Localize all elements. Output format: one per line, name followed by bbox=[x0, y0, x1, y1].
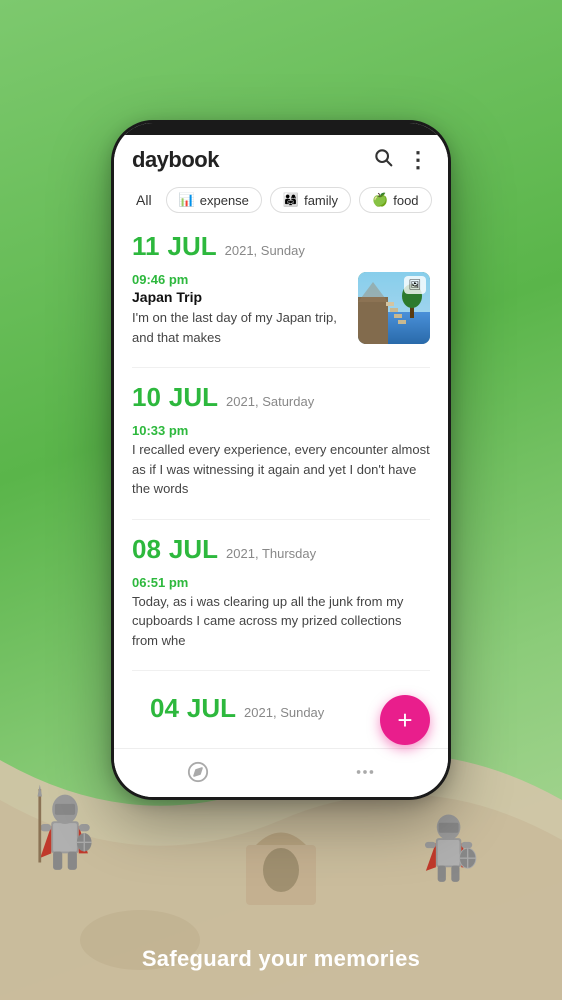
entries-list: 11 JUL 2021, Sunday 09:46 pm Japan Trip … bbox=[114, 223, 448, 748]
divider-1 bbox=[132, 367, 430, 368]
date-day-10: 10 bbox=[132, 382, 161, 413]
date-yeardow-jul10: 2021, Saturday bbox=[226, 394, 314, 409]
nav-more[interactable] bbox=[334, 757, 396, 787]
entry-time-jul08: 06:51 pm bbox=[132, 575, 430, 590]
filter-food[interactable]: 🍏 food bbox=[359, 187, 432, 213]
entry-group-jul10: 10 JUL 2021, Saturday 10:33 pm I recalle… bbox=[132, 382, 430, 499]
date-month-jul11: JUL bbox=[168, 231, 217, 262]
entry-body-jul08: Today, as i was clearing up all the junk… bbox=[132, 592, 430, 651]
date-header-jul11: 11 JUL 2021, Sunday bbox=[132, 231, 430, 262]
date-month-jul10: JUL bbox=[169, 382, 218, 413]
date-yeardow-jul11: 2021, Sunday bbox=[225, 243, 305, 258]
filter-family[interactable]: 👨‍👩‍👧 family bbox=[270, 187, 351, 213]
entry-image-jul11: 🖼 bbox=[358, 272, 430, 344]
bottom-tagline: Safeguard your memories bbox=[0, 946, 562, 972]
filter-expense[interactable]: 📊 expense bbox=[166, 187, 262, 213]
divider-2 bbox=[132, 519, 430, 520]
add-entry-fab[interactable]: + bbox=[380, 695, 430, 745]
family-label: family bbox=[304, 193, 338, 208]
entry-text-jul08: 06:51 pm Today, as i was clearing up all… bbox=[132, 575, 430, 651]
entry-card-jul11[interactable]: 09:46 pm Japan Trip I'm on the last day … bbox=[132, 272, 430, 347]
entry-group-jul08: 08 JUL 2021, Thursday 06:51 pm Today, as… bbox=[132, 534, 430, 651]
phone-frame: daybook ⋮ All 📊 expense bbox=[111, 120, 451, 800]
filter-all[interactable]: All bbox=[130, 188, 158, 212]
entry-image-photo: 🖼 bbox=[358, 272, 430, 344]
entry-group-jul11: 11 JUL 2021, Sunday 09:46 pm Japan Trip … bbox=[132, 231, 430, 347]
food-label: food bbox=[393, 193, 418, 208]
header-icons: ⋮ bbox=[373, 147, 430, 173]
expense-emoji: 📊 bbox=[179, 192, 195, 208]
date-yeardow-jul08: 2021, Thursday bbox=[226, 546, 316, 561]
knight-right-icon bbox=[417, 800, 482, 900]
date-header-jul08: 08 JUL 2021, Thursday bbox=[132, 534, 430, 565]
knight-left-icon bbox=[30, 780, 100, 890]
entry-time-jul10: 10:33 pm bbox=[132, 423, 430, 438]
app-header: daybook ⋮ bbox=[114, 135, 448, 181]
app-content: daybook ⋮ All 📊 expense bbox=[114, 135, 448, 797]
entry-card-jul08[interactable]: 06:51 pm Today, as i was clearing up all… bbox=[132, 575, 430, 651]
entry-title-jul11: Japan Trip bbox=[132, 289, 348, 305]
date-month-jul08: JUL bbox=[169, 534, 218, 565]
image-gallery-icon: 🖼 bbox=[404, 276, 426, 294]
food-emoji: 🍏 bbox=[372, 192, 388, 208]
entry-body-jul10: I recalled every experience, every encou… bbox=[132, 440, 430, 499]
filter-bar: All 📊 expense 👨‍👩‍👧 family 🍏 food bbox=[114, 181, 448, 223]
date-day-04: 04 bbox=[150, 693, 179, 724]
app-logo: daybook bbox=[132, 147, 219, 173]
bottom-nav bbox=[114, 748, 448, 797]
search-icon[interactable] bbox=[373, 147, 393, 173]
entry-time-jul11: 09:46 pm bbox=[132, 272, 348, 287]
date-month-jul04: JUL bbox=[187, 693, 236, 724]
more-options-icon[interactable]: ⋮ bbox=[407, 147, 430, 173]
entry-body-jul11: I'm on the last day of my Japan trip, an… bbox=[132, 308, 348, 347]
expense-label: expense bbox=[200, 193, 249, 208]
date-header-jul10: 10 JUL 2021, Saturday bbox=[132, 382, 430, 413]
entry-text-jul11: 09:46 pm Japan Trip I'm on the last day … bbox=[132, 272, 348, 347]
date-day-08: 08 bbox=[132, 534, 161, 565]
date-yeardow-jul04: 2021, Sunday bbox=[244, 705, 324, 720]
phone-notch bbox=[114, 123, 448, 135]
nav-compass[interactable] bbox=[167, 757, 229, 787]
entry-card-jul10[interactable]: 10:33 pm I recalled every experience, ev… bbox=[132, 423, 430, 499]
family-emoji: 👨‍👩‍👧 bbox=[283, 192, 299, 208]
entry-text-jul10: 10:33 pm I recalled every experience, ev… bbox=[132, 423, 430, 499]
date-day-11: 11 bbox=[132, 231, 160, 262]
divider-3 bbox=[132, 670, 430, 671]
